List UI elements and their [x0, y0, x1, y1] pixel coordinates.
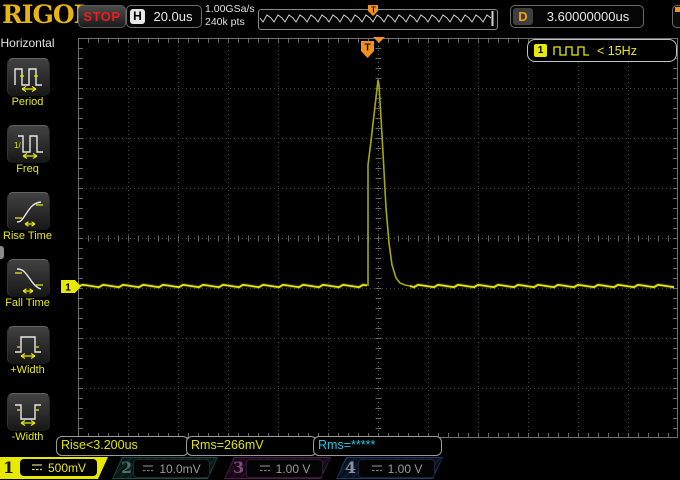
menu-label-freq: Freq — [16, 163, 39, 175]
channel-4-scale: 1.00 V — [387, 461, 423, 476]
channel1-waveform — [78, 79, 675, 290]
dc-coupling-icon — [371, 465, 382, 472]
channel-1-number: 1 — [3, 458, 15, 477]
minus-width-icon — [14, 403, 41, 426]
dc-coupling-icon — [259, 465, 270, 472]
trigger-t-marker[interactable]: T — [361, 41, 376, 59]
trigger-position-mini-marker: T — [368, 5, 378, 16]
t-letter: T — [364, 43, 370, 54]
delay-box: D 3.60000000us — [510, 5, 644, 28]
channel-4-scale-box: 1.00 V — [358, 459, 435, 478]
rise-time-icon — [14, 200, 43, 227]
sample-rate: 1.00GSa/s — [205, 3, 255, 15]
ground-marker-number: 1 — [65, 283, 71, 294]
menu-page-tab — [0, 246, 4, 259]
channel-2-scale: 10.0mV — [159, 461, 201, 476]
freq-icon: 1/ — [14, 134, 43, 159]
measurement-rms1: Rms=266mV — [186, 436, 317, 456]
menu-button-minus-width[interactable] — [7, 393, 50, 431]
dc-coupling-icon — [31, 464, 42, 471]
svg-text:1/: 1/ — [14, 141, 21, 150]
timebase-box: H 20.0us — [126, 5, 202, 28]
timebase-value: 20.0us — [153, 9, 193, 24]
menu-label-rise-time: Rise Time — [3, 230, 52, 242]
menu-button-period[interactable] — [7, 58, 50, 96]
memory-depth: 240k pts — [205, 16, 245, 28]
menu-button-rise-time[interactable] — [7, 192, 50, 230]
menu-button-fall-time[interactable] — [7, 259, 50, 297]
measurement-rise: Rise<3.200us — [56, 436, 189, 456]
fall-time-icon — [14, 267, 43, 294]
trigger-info-badge-partial — [675, 7, 680, 12]
measurement-rms2: Rms=***** — [313, 436, 442, 456]
channel-1-scale: 500mV — [47, 460, 87, 475]
period-icon — [13, 67, 42, 92]
menu-label-minus-width: -Width — [11, 431, 44, 443]
menu-label-plus-width: +Width — [10, 364, 45, 376]
rigol-logo: RIGOL — [2, 0, 91, 29]
channel-3-number: 3 — [233, 458, 245, 477]
menu-label-period: Period — [11, 96, 44, 108]
run-state-badge[interactable]: STOP — [78, 5, 126, 28]
d-badge: D — [513, 8, 533, 25]
menu-label-fall-time: Fall Time — [5, 297, 50, 309]
channel-3-scale-box: 1.00 V — [246, 459, 323, 478]
menu-button-plus-width[interactable] — [7, 326, 50, 364]
dc-coupling-icon — [143, 465, 154, 472]
channel-2-number: 2 — [121, 458, 133, 477]
menu-button-freq[interactable]: 1/ — [7, 125, 50, 163]
channel-2-scale-box: 10.0mV — [133, 459, 210, 478]
plus-width-icon — [14, 335, 41, 359]
delay-value: 3.60000000us — [546, 9, 630, 24]
mini-t-letter: T — [371, 6, 376, 15]
oscilloscope-screen: RIGOL STOP H 20.0us 1.00GSa/s 240k pts T… — [0, 0, 680, 480]
channel1-ground-marker[interactable]: 1 — [60, 280, 82, 294]
freq-channel-badge: 1 — [534, 44, 547, 57]
acquisition-info: 1.00GSa/s 240k pts — [205, 3, 255, 29]
menu-title: Horizontal — [0, 36, 55, 50]
frequency-counter: 1 < 15Hz — [527, 39, 677, 62]
channel-4-number: 4 — [345, 458, 357, 477]
h-badge: H — [130, 9, 145, 24]
channel-1-scale-box: 500mV — [20, 459, 97, 476]
channel-3-scale: 1.00 V — [275, 461, 311, 476]
square-wave-icon — [553, 46, 589, 56]
freq-value: < 15Hz — [597, 43, 637, 58]
